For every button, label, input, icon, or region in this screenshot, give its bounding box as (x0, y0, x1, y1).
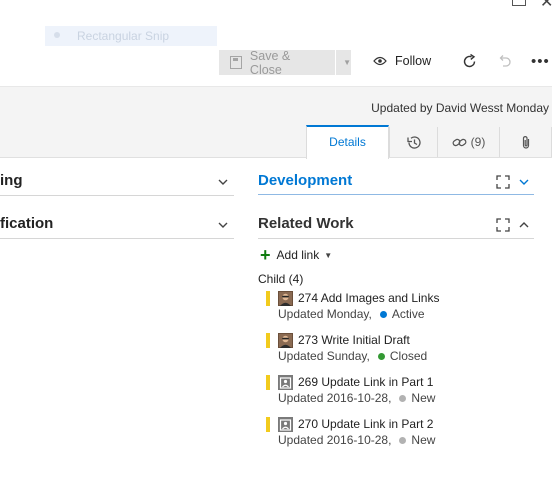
work-item-title: 269 Update Link in Part 1 (298, 375, 433, 389)
child-group-header: Child (4) (258, 272, 304, 286)
work-item-type-bar (266, 333, 270, 348)
work-item-name[interactable]: Write Initial Draft (321, 333, 409, 347)
link-icon (452, 138, 467, 146)
more-actions-button[interactable]: ••• (531, 53, 550, 70)
rectangular-snip-button[interactable]: Rectangular Snip (45, 26, 217, 46)
undo-button[interactable] (497, 53, 513, 73)
tab-attachments[interactable] (499, 127, 552, 157)
save-and-close-button[interactable]: Save & Close ▼ (219, 48, 351, 77)
work-item-updated: Updated 2016-10-28, (278, 433, 392, 447)
tab-history[interactable] (389, 127, 437, 157)
eye-icon (373, 56, 387, 66)
related-work-item[interactable]: 273 Write Initial Draft Updated Sunday, … (266, 333, 546, 369)
add-link-button[interactable]: + Add link ▼ (260, 245, 333, 265)
state-dot-icon (399, 394, 407, 402)
save-split-divider (335, 50, 337, 75)
related-work-item[interactable]: 274 Add Images and Links Updated Monday,… (266, 291, 546, 327)
save-dropdown-chevron-icon[interactable]: ▼ (343, 58, 351, 67)
work-item-title: 273 Write Initial Draft (298, 333, 410, 347)
attachment-icon (522, 135, 529, 149)
left-section-title-2[interactable]: fication (0, 215, 53, 232)
left-section-divider-2 (0, 238, 234, 239)
follow-button[interactable]: Follow (373, 54, 431, 68)
development-divider (258, 194, 534, 195)
related-work-item[interactable]: 270 Update Link in Part 2 Updated 2016-1… (266, 417, 546, 453)
chevron-down-icon[interactable] (218, 179, 228, 186)
refresh-icon (463, 53, 476, 68)
work-item-state: New (411, 433, 436, 447)
work-item-state: New (411, 391, 436, 405)
undo-icon (499, 55, 511, 67)
save-and-close-label: Save & Close (249, 48, 291, 77)
work-item-meta: Updated Sunday, Closed (278, 349, 427, 363)
work-item-id: 269 (298, 375, 319, 389)
work-item-meta: Updated Monday, Active (278, 307, 425, 321)
work-item-title: 274 Add Images and Links (298, 291, 439, 305)
chevron-down-icon[interactable] (519, 179, 529, 186)
tab-links[interactable]: (9) (437, 127, 499, 157)
links-count: (9) (470, 135, 486, 149)
work-item-type-bar (266, 417, 270, 432)
state-dot-icon (379, 310, 387, 318)
maximize-icon[interactable] (496, 218, 510, 232)
snip-icon (54, 32, 60, 38)
placeholder-avatar-icon (278, 417, 293, 432)
refresh-button[interactable] (461, 53, 478, 73)
updated-by-text: Updated by David Wesst Monday (371, 101, 549, 115)
save-icon (230, 56, 242, 69)
follow-label: Follow (395, 54, 432, 68)
close-icon[interactable]: ✕ (540, 0, 552, 12)
chevron-up-icon[interactable] (519, 221, 529, 228)
snip-label: Rectangular Snip (77, 29, 170, 43)
work-item-type-bar (266, 291, 270, 306)
window-restore-icon[interactable] (512, 0, 526, 6)
development-section-title[interactable]: Development (258, 172, 352, 189)
state-dot-icon (399, 436, 407, 444)
work-item-type-bar (266, 375, 270, 390)
avatar (278, 291, 293, 306)
chevron-down-icon[interactable] (218, 222, 228, 229)
add-link-label: Add link (276, 248, 320, 262)
work-item-name[interactable]: Update Link in Part 1 (321, 375, 433, 389)
avatar (278, 333, 293, 348)
placeholder-avatar-icon (278, 375, 293, 390)
work-item-meta: Updated 2016-10-28, New (278, 391, 435, 405)
work-item-name[interactable]: Add Images and Links (321, 291, 440, 305)
work-item-state: Closed (389, 349, 428, 363)
chevron-down-icon: ▼ (324, 250, 333, 260)
work-item-meta: Updated 2016-10-28, New (278, 433, 435, 447)
left-section-divider-1 (0, 195, 234, 196)
history-icon (406, 135, 421, 149)
work-item-id: 273 (298, 333, 319, 347)
tab-details[interactable]: Details (306, 125, 389, 159)
work-item-updated: Updated Monday, (278, 307, 372, 321)
work-item-updated: Updated 2016-10-28, (278, 391, 392, 405)
related-work-item[interactable]: 269 Update Link in Part 1 Updated 2016-1… (266, 375, 546, 411)
related-work-divider (258, 238, 534, 239)
plus-icon: + (260, 245, 271, 265)
related-work-section-title[interactable]: Related Work (258, 215, 354, 232)
work-item-state: Active (391, 307, 425, 321)
work-item-name[interactable]: Update Link in Part 2 (321, 417, 433, 431)
state-dot-icon (377, 352, 385, 360)
work-item-id: 270 (298, 417, 319, 431)
work-item-title: 270 Update Link in Part 2 (298, 417, 433, 431)
work-item-id: 274 (298, 291, 319, 305)
work-item-updated: Updated Sunday, (278, 349, 370, 363)
left-section-title-1[interactable]: ing (0, 172, 23, 189)
maximize-icon[interactable] (496, 175, 510, 189)
